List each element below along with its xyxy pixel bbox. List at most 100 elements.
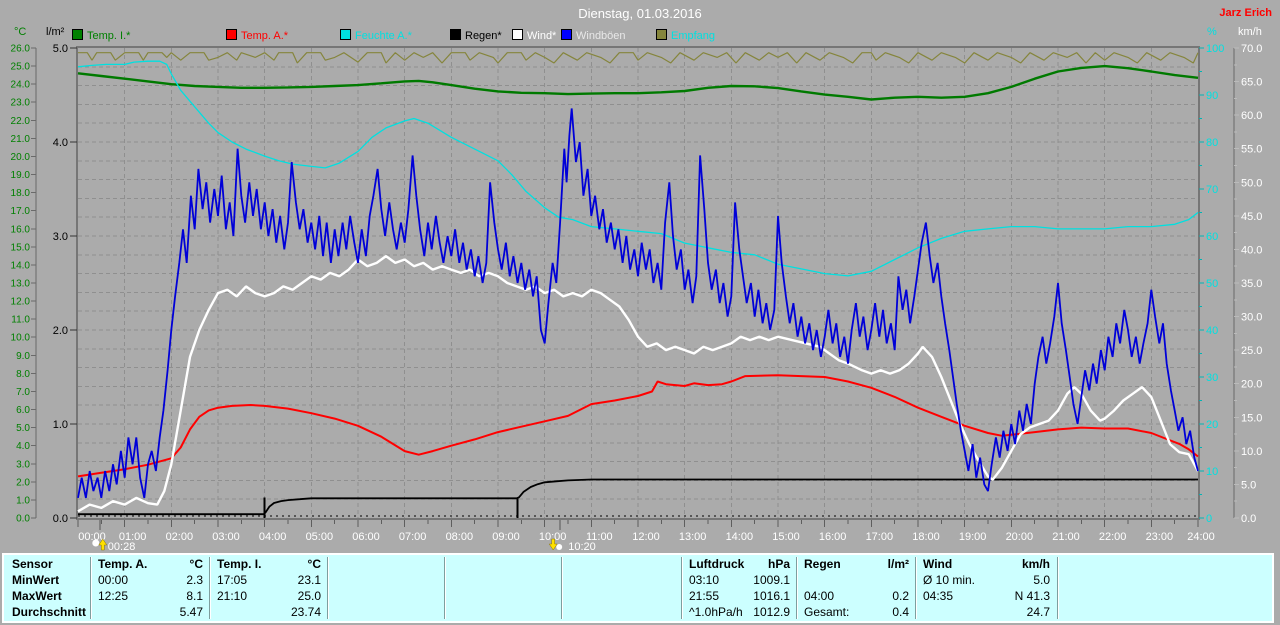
axis-label-kmh: 30.0 [1241,312,1262,324]
moon-icon [556,544,563,550]
axis-label-celsius: 6.0 [16,405,30,416]
legend-item-windben[interactable]: Windböen [561,29,626,42]
legend-swatch-icon [450,29,461,40]
legend-label: Feuchte A.* [355,30,412,42]
table-max-time: 04:35 [923,589,954,603]
table-divider [1057,557,1059,619]
legend-swatch-icon [512,29,523,40]
axis-label-celsius: 21.0 [11,134,31,145]
table-col-name: Regen [804,557,841,571]
axis-label-percent: 80 [1206,137,1218,149]
table-avg-value: 5.47 [179,605,203,619]
legend-label: Temp. I.* [87,30,131,42]
x-axis-label: 24:00 [1187,531,1215,543]
legend-item-tempi[interactable]: Temp. I.* [72,29,131,42]
axis-label-lm2: 0.0 [53,513,68,525]
axis-label-celsius: 9.0 [16,351,30,362]
axis-label-kmh: 20.0 [1241,379,1262,391]
axis-label-percent: 100 [1206,43,1224,55]
axis-label-percent: 60 [1206,231,1218,243]
station-owner-watermark: Jarz Erich [1219,7,1272,19]
axis-label-celsius: 20.0 [11,152,31,163]
table-divider [561,557,563,619]
axis-label-celsius: 17.0 [11,206,31,217]
table-col-unit: °C [189,557,203,571]
axis-label-kmh: 25.0 [1241,345,1262,357]
axis-label-percent: 40 [1206,325,1218,337]
x-axis-label: 07:00 [399,531,427,543]
legend-item-empfang[interactable]: Empfang [656,29,716,42]
legend-label: Regen* [465,30,502,42]
page-title: Dienstag, 01.03.2016 [578,6,702,21]
table-divider [444,557,446,619]
axis-label-lm2: 1.0 [53,419,68,431]
legend-item-wind[interactable]: Wind* [512,29,556,42]
axis-label-kmh: 10.0 [1241,446,1262,458]
x-axis-label: 14:00 [726,531,754,543]
axis-label-lm2: 5.0 [53,43,68,55]
legend-swatch-icon [340,29,351,40]
table-avg-value: 23.74 [290,605,321,619]
axis-label-celsius: 18.0 [11,188,31,199]
table-row-header: Durchschnitt [12,605,87,619]
x-axis-label: 20:00 [1006,531,1034,543]
x-axis-label: 17:00 [866,531,894,543]
x-axis-label: 03:00 [212,531,240,543]
unit-label-lm2: l/m² [46,26,65,38]
marker-time-label: 00:28 [108,541,136,553]
axis-label-kmh: 60.0 [1241,110,1262,122]
axis-label-kmh: 40.0 [1241,244,1262,256]
x-axis-label: 19:00 [959,531,987,543]
legend-label: Empfang [671,30,716,42]
table-divider [327,557,329,619]
axis-label-celsius: 14.0 [11,260,31,271]
table-col-name: Temp. I. [217,557,262,571]
legend-item-regen[interactable]: Regen* [450,29,502,42]
axis-label-celsius: 0.0 [16,514,30,525]
axis-label-kmh: 55.0 [1241,144,1262,156]
axis-label-kmh: 5.0 [1241,479,1256,491]
table-row-header: MaxWert [12,589,62,603]
axis-label-kmh: 0.0 [1241,513,1256,525]
table-max-value: 25.0 [297,589,321,603]
x-axis-label: 04:00 [259,531,287,543]
axis-label-kmh: 70.0 [1241,43,1262,55]
legend-item-tempa[interactable]: Temp. A.* [226,29,289,42]
legend-swatch-icon [561,29,572,40]
axis-label-celsius: 11.0 [11,315,30,326]
marker-time-label: 10:20 [568,541,596,553]
axis-label-celsius: 4.0 [16,441,30,452]
table-avg-value: 0.4 [892,605,909,619]
table-col-name: Temp. A. [98,557,148,571]
axis-label-celsius: 23.0 [11,98,31,109]
axis-label-celsius: 10.0 [11,333,31,344]
table-max-value: 8.1 [186,589,203,603]
x-axis-label: 05:00 [306,531,334,543]
legend-label: Temp. A.* [241,30,289,42]
table-max-value: N 41.3 [1014,589,1050,603]
table-min-value: 1009.1 [753,573,790,587]
moon-icon [92,539,100,547]
table-min-value: 23.1 [297,573,321,587]
table-min-time: Ø 10 min. [923,573,976,587]
axis-label-celsius: 13.0 [11,279,31,290]
axis-label-celsius: 22.0 [11,116,31,127]
unit-label-celsius: °C [14,26,27,38]
table-row-header: Sensor [12,557,53,571]
x-axis-label: 22:00 [1099,531,1127,543]
x-axis-label: 23:00 [1146,531,1174,543]
legend-item-feuchtea[interactable]: Feuchte A.* [340,29,412,42]
x-axis-label: 12:00 [632,531,660,543]
axis-label-celsius: 2.0 [16,477,30,488]
table-divider [915,557,917,619]
axis-label-percent: 30 [1206,372,1218,384]
x-axis-label: 02:00 [166,531,194,543]
table-max-value: 1016.1 [753,589,790,603]
axis-label-celsius: 3.0 [16,459,30,470]
x-axis-label: 21:00 [1052,531,1080,543]
axis-label-celsius: 8.0 [16,369,30,380]
legend-label: Windböen [576,30,626,42]
legend-swatch-icon [656,29,667,40]
axis-label-celsius: 19.0 [11,170,31,181]
axis-label-lm2: 2.0 [53,325,68,337]
